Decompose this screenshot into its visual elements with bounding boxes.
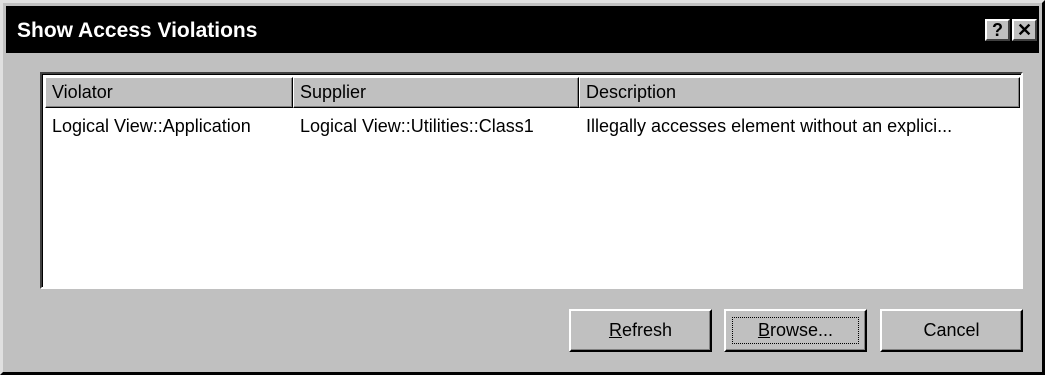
browse-button[interactable]: Browse... — [724, 309, 867, 352]
cell-supplier: Logical View::Utilities::Class1 — [300, 116, 534, 136]
violations-list[interactable]: Violator Supplier Description Logical Vi… — [40, 72, 1023, 289]
refresh-button[interactable]: Refresh — [569, 309, 712, 352]
cancel-button[interactable]: Cancel — [880, 309, 1023, 352]
browse-button-label: Browse... — [757, 320, 834, 340]
column-header-violator[interactable]: Violator — [45, 77, 293, 108]
refresh-button-label: Refresh — [608, 320, 673, 340]
help-icon[interactable]: ? — [985, 19, 1010, 41]
cell-description: Illegally accesses element without an ex… — [586, 116, 953, 136]
access-violations-dialog: Show Access Violations ? ✕ Violator Supp… — [0, 0, 1045, 375]
close-icon[interactable]: ✕ — [1012, 19, 1037, 41]
title-bar[interactable]: Show Access Violations ? ✕ — [6, 6, 1039, 53]
column-header-supplier[interactable]: Supplier — [293, 77, 579, 108]
cancel-button-label: Cancel — [923, 320, 980, 340]
table-row[interactable]: Logical View::Application Logical View::… — [45, 112, 1020, 142]
window-title: Show Access Violations — [17, 19, 258, 42]
column-header-description[interactable]: Description — [579, 77, 1020, 108]
cell-violator: Logical View::Application — [52, 116, 251, 136]
